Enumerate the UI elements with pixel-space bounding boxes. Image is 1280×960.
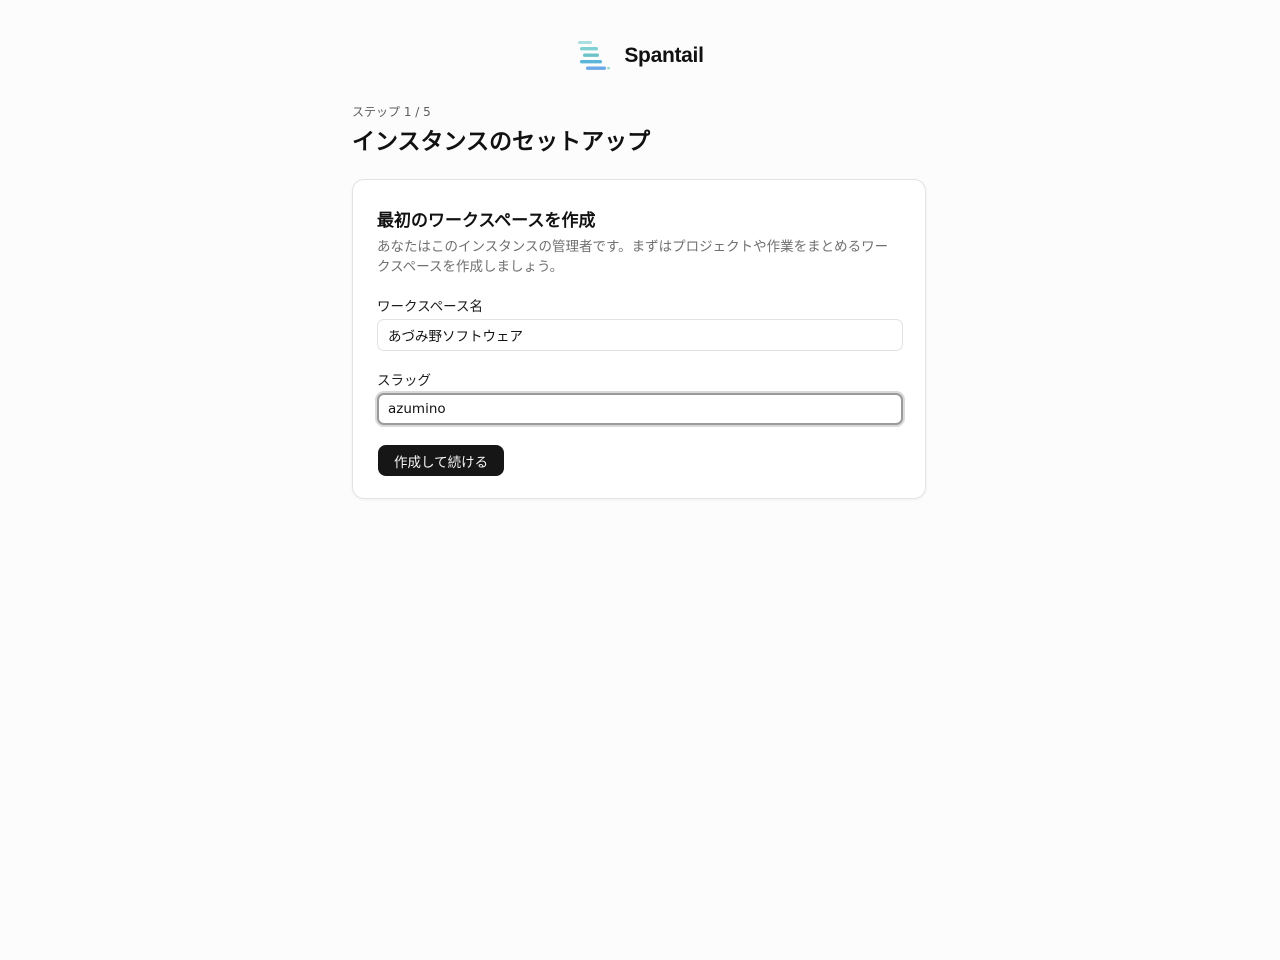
slug-label: スラッグ: [377, 373, 431, 389]
card-description: あなたはこのインスタンスの管理者です。まずはプロジェクトや作業をまとめるワークス…: [377, 239, 889, 275]
brand-lockup: Spantail: [576, 40, 704, 72]
workspace-name-label: ワークスペース名: [377, 299, 483, 315]
create-workspace-card: 最初のワークスペースを作成 あなたはこのインスタンスの管理者です。まずはプロジェ…: [352, 179, 926, 499]
brand-header: Spantail: [0, 40, 1280, 72]
workspace-name-input[interactable]: [377, 319, 903, 351]
create-and-continue-button[interactable]: 作成して続ける: [378, 445, 505, 476]
step-indicator: ステップ 1 / 5: [352, 105, 431, 119]
page-title: インスタンスのセットアップ: [352, 129, 651, 155]
card-title: 最初のワークスペースを作成: [377, 211, 596, 231]
brand-name: Spantail: [624, 44, 704, 67]
stacked-bars-logo-icon: [578, 41, 611, 70]
slug-input[interactable]: [377, 393, 903, 425]
